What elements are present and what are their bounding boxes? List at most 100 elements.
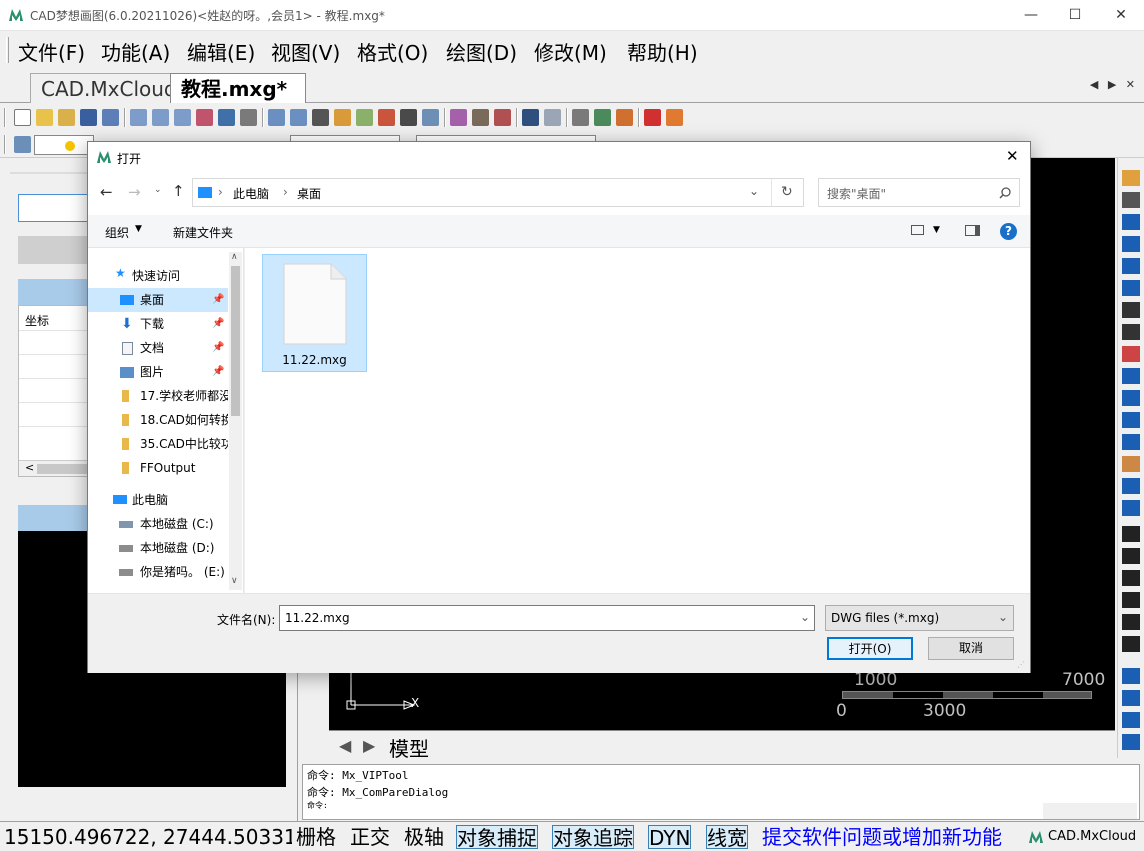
lineweight-toggle[interactable]: 线宽 — [706, 825, 748, 850]
new-folder-button[interactable]: 新建文件夹 — [173, 224, 233, 241]
command-scrollbar[interactable] — [1043, 803, 1137, 819]
ucs-icon[interactable] — [218, 109, 235, 126]
nav-scrollbar[interactable]: ∧ ∨ — [229, 252, 242, 590]
menu-edit[interactable]: 编辑(E) — [187, 37, 255, 66]
menu-file[interactable]: 文件(F) — [18, 37, 85, 66]
maximize-button[interactable]: ☐ — [1052, 0, 1098, 31]
mirror-icon[interactable] — [1122, 324, 1140, 340]
up-arrow-icon[interactable]: ↑ — [172, 182, 185, 200]
block-icon[interactable] — [494, 109, 511, 126]
cloud-icon[interactable] — [616, 109, 633, 126]
scroll-up-arrow[interactable]: ∧ — [231, 252, 238, 262]
undo-icon[interactable] — [522, 109, 539, 126]
nav-item-pictures[interactable]: 图片 📌 — [88, 360, 228, 384]
filetype-select[interactable]: DWG files (*.mxg) ⌄ — [825, 605, 1014, 631]
erase-icon[interactable] — [196, 109, 213, 126]
open-file-icon[interactable] — [36, 109, 53, 126]
dim-angular-icon[interactable] — [1122, 614, 1140, 630]
globe-icon[interactable] — [594, 109, 611, 126]
breadcrumb-this-pc[interactable]: 此电脑 — [233, 185, 269, 202]
stretch-icon[interactable] — [1122, 280, 1140, 296]
open-button[interactable]: 打开(O) — [827, 637, 913, 660]
rotate-icon[interactable] — [1122, 236, 1140, 252]
tab-nav-controls[interactable]: ◀ ▶ ✕ — [1090, 78, 1138, 91]
scale-icon[interactable] — [1122, 258, 1140, 274]
line-style-icon[interactable] — [400, 109, 417, 126]
organize-button[interactable]: 组织 — [105, 224, 129, 241]
zoom-window-icon[interactable] — [130, 109, 147, 126]
file-item-selected[interactable]: 11.22.mxg — [262, 254, 367, 372]
draw-order-below-icon[interactable] — [1122, 734, 1140, 750]
layer-manager-icon[interactable] — [14, 136, 31, 153]
address-bar[interactable]: › 此电脑 › 桌面 ⌄ ↻ — [192, 178, 804, 207]
nav-item-folder[interactable]: 17.学校老师都没 — [88, 384, 228, 408]
pin-icon[interactable]: 📌 — [212, 288, 224, 312]
recent-dropdown-icon[interactable]: ⌄ — [154, 185, 162, 195]
nav-item-ffoutput[interactable]: FFOutput — [88, 456, 228, 480]
draw-order-above-icon[interactable] — [1122, 712, 1140, 728]
dim-linear-icon[interactable] — [1122, 526, 1140, 542]
menu-format[interactable]: 格式(O) — [357, 37, 428, 66]
ortho-toggle[interactable]: 正交 — [350, 825, 390, 849]
otrack-toggle[interactable]: 对象追踪 — [552, 825, 634, 850]
explode-icon[interactable] — [1122, 456, 1140, 472]
quick-access-label[interactable]: 快速访问 — [132, 267, 180, 284]
nav-item-documents[interactable]: 文档 📌 — [88, 336, 228, 360]
forward-arrow-icon[interactable]: → — [128, 183, 141, 201]
filetype-dropdown-icon[interactable]: ⌄ — [998, 610, 1008, 624]
open-folder-icon[interactable] — [58, 109, 75, 126]
dim-diameter-icon[interactable] — [1122, 592, 1140, 608]
filename-input[interactable]: 11.22.mxg ⌄ — [279, 605, 815, 631]
scroll-down-arrow[interactable]: ∨ — [231, 576, 238, 586]
image-export-icon[interactable] — [666, 109, 683, 126]
back-arrow-icon[interactable]: ← — [100, 183, 113, 201]
dim-radius-icon[interactable] — [1122, 570, 1140, 586]
organize-dropdown-icon[interactable]: ▼ — [135, 224, 142, 234]
nav-item-folder[interactable]: 35.CAD中比较功 — [88, 432, 228, 456]
pin-icon[interactable]: 📌 — [212, 360, 224, 384]
minimize-button[interactable]: — — [1008, 0, 1054, 31]
command-window[interactable]: 命令: Mx_VIPTool 命令: Mx_ComPareDialog 命令: — [302, 764, 1140, 820]
break-icon[interactable] — [1122, 478, 1140, 494]
dialog-close-button[interactable]: ✕ — [1006, 147, 1019, 165]
layers-stack-icon[interactable] — [378, 109, 395, 126]
pan-icon[interactable] — [312, 109, 329, 126]
breadcrumb-desktop[interactable]: 桌面 — [297, 185, 321, 202]
view-dropdown-icon[interactable]: ▼ — [933, 225, 940, 235]
nav-drive-c[interactable]: 本地磁盘 (C:) — [88, 512, 228, 536]
view-options-icon[interactable] — [911, 225, 924, 235]
save-icon[interactable] — [80, 109, 97, 126]
zoom-in-icon[interactable] — [174, 109, 191, 126]
command-prompt[interactable]: 命令: — [307, 800, 328, 811]
menu-draw[interactable]: 绘图(D) — [446, 37, 517, 66]
brand-label[interactable]: CAD.MxCloud — [1048, 825, 1136, 849]
polar-toggle[interactable]: 极轴 — [404, 825, 444, 849]
trim-icon[interactable] — [1122, 412, 1140, 428]
palette-icon[interactable] — [356, 109, 373, 126]
address-dropdown-icon[interactable]: ⌄ — [749, 184, 759, 198]
nav-item-desktop[interactable]: 桌面 📌 — [88, 288, 228, 312]
layer-select[interactable] — [34, 135, 94, 155]
filename-dropdown-icon[interactable]: ⌄ — [800, 610, 810, 624]
osnap-toggle[interactable]: 对象捕捉 — [456, 825, 538, 850]
draw-order-front-icon[interactable] — [1122, 668, 1140, 684]
zoom-out-icon[interactable] — [152, 109, 169, 126]
tab-model[interactable]: 模型 — [389, 733, 429, 762]
offset-icon[interactable] — [1122, 346, 1140, 362]
help-icon[interactable]: ? — [1000, 223, 1017, 240]
nav-item-downloads[interactable]: ⬇ 下载 📌 — [88, 312, 228, 336]
tab-tutorial-drawing[interactable]: 教程.mxg* — [170, 73, 306, 103]
menu-help[interactable]: 帮助(H) — [627, 37, 698, 66]
pin-icon[interactable]: 📌 — [212, 312, 224, 336]
search-input[interactable]: 搜索"桌面" — [818, 178, 1020, 207]
refresh-icon[interactable]: ↻ — [781, 184, 793, 200]
pin-icon[interactable]: 📌 — [212, 336, 224, 360]
dim-continue-icon[interactable] — [1122, 636, 1140, 652]
save-all-icon[interactable] — [102, 109, 119, 126]
measure-icon[interactable] — [240, 109, 257, 126]
match-properties-icon[interactable] — [450, 109, 467, 126]
brush-icon[interactable] — [472, 109, 489, 126]
properties-icon[interactable] — [422, 109, 439, 126]
extend-icon[interactable] — [1122, 434, 1140, 450]
menu-view[interactable]: 视图(V) — [271, 37, 340, 66]
